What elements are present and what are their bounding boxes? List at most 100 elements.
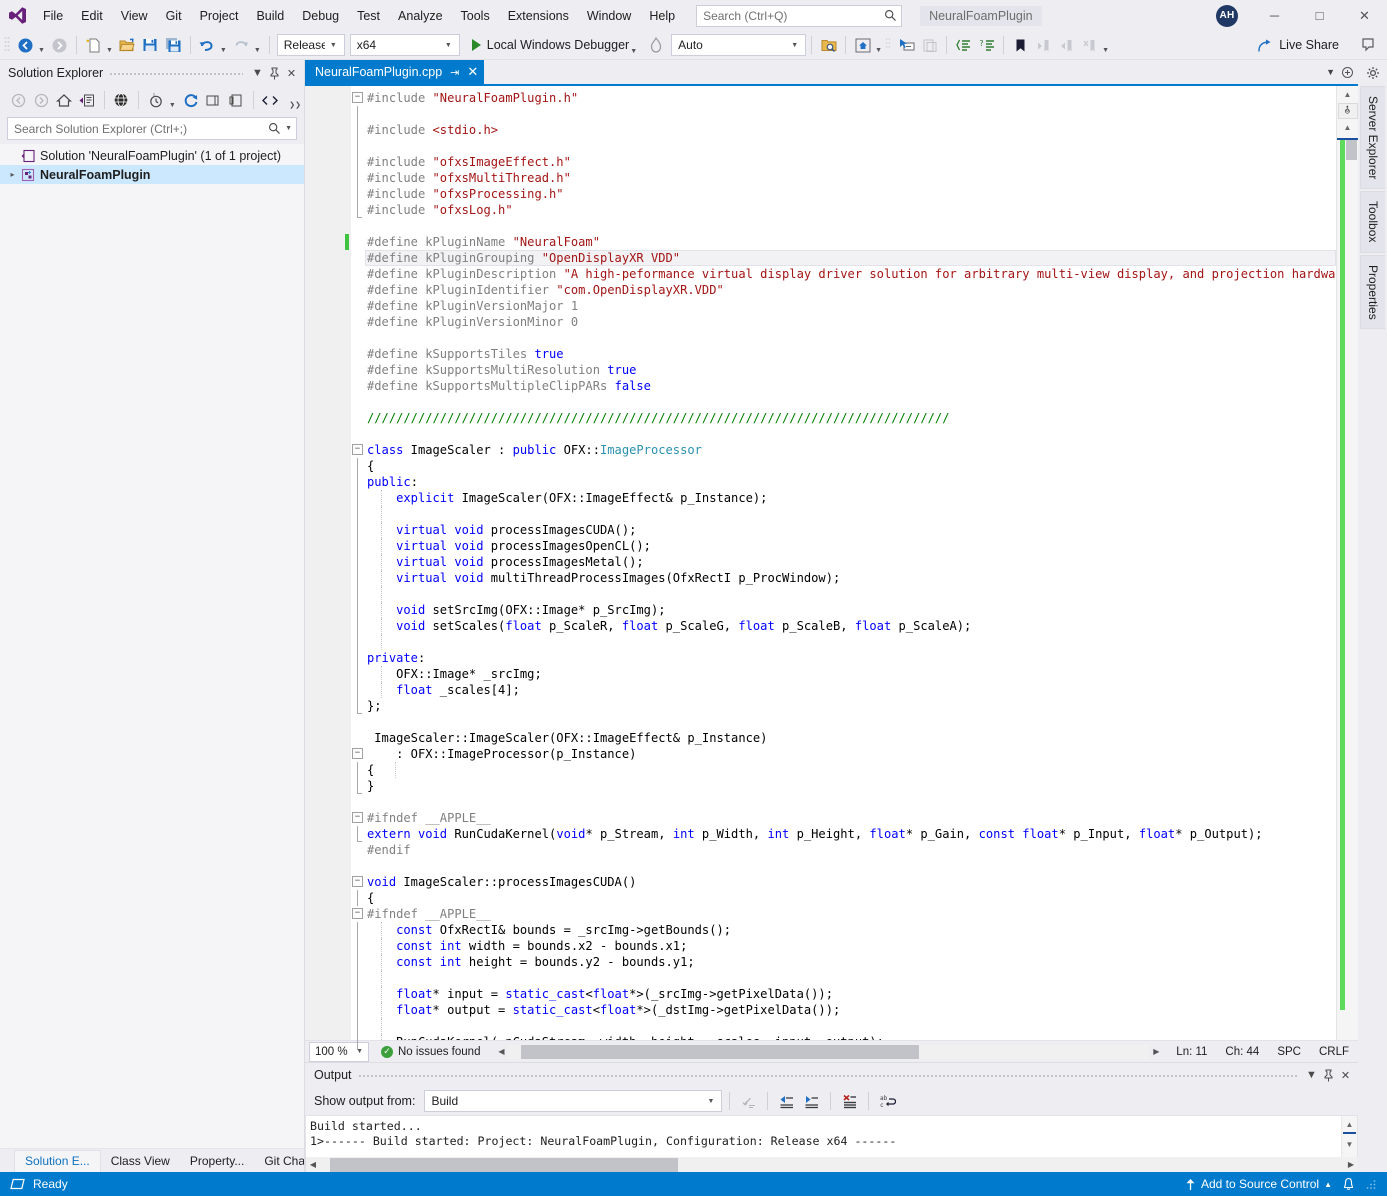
tree-item-solution[interactable]: Solution 'NeuralFoamPlugin' (1 of 1 proj… xyxy=(0,146,304,165)
clear-bookmarks-icon[interactable] xyxy=(1078,34,1101,57)
chevron-down-icon[interactable]: ▼ xyxy=(874,47,885,54)
code-line[interactable]: public: xyxy=(365,474,1336,490)
maximize-button[interactable]: □ xyxy=(1297,0,1342,31)
quick-search-input[interactable]: Search (Ctrl+Q) xyxy=(696,4,903,27)
code-line[interactable] xyxy=(365,218,1336,234)
tab-properties[interactable]: Property... xyxy=(180,1151,254,1172)
pending-changes-icon[interactable]: T xyxy=(145,89,167,111)
output-vertical-scrollbar[interactable]: ▲ ▼ xyxy=(1341,1116,1357,1157)
hscroll-thumb[interactable] xyxy=(330,1157,679,1172)
scroll-up-arrow-icon[interactable]: ▲ xyxy=(1341,1116,1359,1133)
code-line[interactable] xyxy=(365,586,1336,602)
panel-drag-handle[interactable] xyxy=(357,1062,1297,1088)
new-file-dropdown-icon[interactable]: ▼ xyxy=(105,47,116,54)
rail-tab-toolbox[interactable]: Toolbox xyxy=(1360,191,1385,253)
go-to-previous-message-icon[interactable] xyxy=(775,1090,798,1112)
new-file-icon[interactable] xyxy=(82,34,105,57)
code-line[interactable] xyxy=(365,426,1336,442)
code-line[interactable]: #define kPluginIdentifier "com.OpenDispl… xyxy=(365,282,1336,298)
menu-item-window[interactable]: Window xyxy=(578,4,640,28)
code-editor[interactable]: − − − − − − #include "NeuralFoamPlugin.h" #in… xyxy=(305,84,1358,1050)
comment-selection-icon[interactable] xyxy=(952,34,975,57)
output-horizontal-scrollbar[interactable]: ◀ ▶ xyxy=(305,1157,1358,1172)
close-button[interactable]: ✕ xyxy=(1342,0,1387,31)
code-line[interactable] xyxy=(365,506,1336,522)
menu-item-analyze[interactable]: Analyze xyxy=(389,4,451,28)
copy-lines-icon[interactable] xyxy=(918,34,941,57)
editor-horizontal-scrollbar[interactable]: ◀ ▶ xyxy=(494,1044,1163,1060)
scrollbar-thumb[interactable] xyxy=(1346,140,1357,160)
scroll-up-arrow-icon[interactable]: ▲ xyxy=(1339,86,1357,103)
code-line[interactable]: { xyxy=(365,458,1336,474)
menu-item-build[interactable]: Build xyxy=(247,4,293,28)
code-line[interactable]: const int width = bounds.x2 - bounds.x1; xyxy=(365,938,1336,954)
clear-all-icon[interactable] xyxy=(838,1090,861,1112)
pin-icon[interactable] xyxy=(1320,1065,1337,1085)
code-line[interactable] xyxy=(365,330,1336,346)
chevron-down-icon[interactable]: ▼ xyxy=(629,48,640,55)
navigate-back-icon[interactable] xyxy=(14,34,37,57)
back-icon[interactable] xyxy=(8,89,30,111)
editor-vertical-scrollbar[interactable]: ▲ ⯗ ▲ xyxy=(1336,86,1358,1040)
redo-icon[interactable] xyxy=(230,34,253,57)
output-text[interactable]: Build started... 1>------ Build started:… xyxy=(306,1116,1341,1157)
code-line[interactable]: ////////////////////////////////////////… xyxy=(365,410,1336,426)
notifications-button[interactable] xyxy=(1342,1177,1355,1191)
code-line[interactable]: #define kPluginDescription "A high-pefor… xyxy=(365,266,1336,282)
show-all-files-icon[interactable] xyxy=(111,89,133,111)
code-line[interactable]: const OfxRectI& bounds = _srcImg->getBou… xyxy=(365,922,1336,938)
hscroll-track[interactable] xyxy=(508,1044,1150,1059)
code-line[interactable]: #define kSupportsMultipleClipPARs false xyxy=(365,378,1336,394)
toolbar-grip[interactable] xyxy=(885,36,895,54)
editor-outlining-margin[interactable]: − − − − − − xyxy=(351,86,365,1050)
scroll-right-arrow-icon[interactable]: ▶ xyxy=(1344,1160,1358,1169)
toolbar-overflow-icon[interactable]: ❯❯ xyxy=(288,101,304,109)
scroll-left-arrow-icon[interactable]: ◀ xyxy=(306,1160,320,1169)
navigate-back-dropdown-icon[interactable]: ▼ xyxy=(37,47,48,54)
document-tab-neuralfoamplugin-cpp[interactable]: NeuralFoamPlugin.cpp ⇥ ✕ xyxy=(305,60,485,84)
scroll-left-arrow-icon[interactable]: ◀ xyxy=(494,1047,508,1056)
go-to-next-message-icon[interactable] xyxy=(800,1090,823,1112)
code-line[interactable]: explicit ImageScaler(OFX::ImageEffect& p… xyxy=(365,490,1336,506)
scrollbar-track[interactable] xyxy=(1337,138,1358,1040)
code-line[interactable]: #define kSupportsTiles true xyxy=(365,346,1336,362)
tree-expander-collapsed[interactable]: ▸ xyxy=(6,170,19,179)
code-line[interactable]: : OFX::ImageProcessor(p_Instance) xyxy=(365,746,1336,762)
view-code-icon[interactable] xyxy=(260,89,282,111)
output-source-combo[interactable]: Build ▼ xyxy=(424,1090,723,1112)
tree-item-project[interactable]: ▸ NeuralFoamPlugin xyxy=(0,165,304,184)
pin-icon[interactable]: ⇥ xyxy=(450,66,459,79)
code-line[interactable]: #ifndef __APPLE__ xyxy=(365,906,1336,922)
code-line[interactable] xyxy=(365,1018,1336,1034)
refresh-icon[interactable] xyxy=(180,89,202,111)
menu-item-view[interactable]: View xyxy=(112,4,157,28)
code-line[interactable]: float* output = static_cast<float*>(_dst… xyxy=(365,1002,1336,1018)
menu-item-extensions[interactable]: Extensions xyxy=(499,4,578,28)
chevron-down-icon[interactable]: ▼ xyxy=(249,63,266,83)
toolbar-grip[interactable] xyxy=(4,36,14,54)
code-line[interactable]: #include "ofxsProcessing.h" xyxy=(365,186,1336,202)
redo-dropdown-icon[interactable]: ▼ xyxy=(253,47,264,54)
hscroll-thumb[interactable] xyxy=(521,1044,919,1059)
panel-drag-handle[interactable] xyxy=(109,60,243,86)
code-line[interactable]: void setSrcImg(OFX::Image* p_SrcImg); xyxy=(365,602,1336,618)
chevron-down-icon[interactable]: ▼ xyxy=(1303,1065,1320,1085)
code-line[interactable] xyxy=(365,138,1336,154)
home-icon[interactable] xyxy=(53,89,75,111)
minimize-button[interactable]: ─ xyxy=(1252,0,1297,31)
code-line[interactable]: #ifndef __APPLE__ xyxy=(365,810,1336,826)
close-icon[interactable]: ✕ xyxy=(283,63,300,83)
feedback-icon[interactable] xyxy=(1356,34,1379,57)
rail-tab-properties[interactable]: Properties xyxy=(1360,254,1385,330)
scroll-right-arrow-icon[interactable]: ▶ xyxy=(1149,1047,1163,1056)
menu-item-edit[interactable]: Edit xyxy=(72,4,112,28)
collapse-region-icon[interactable]: − xyxy=(352,444,363,455)
code-line[interactable] xyxy=(365,714,1336,730)
gear-icon[interactable] xyxy=(1358,60,1387,86)
code-line[interactable] xyxy=(365,794,1336,810)
code-line[interactable] xyxy=(365,106,1336,122)
code-line[interactable]: } xyxy=(365,778,1336,794)
code-line[interactable]: #include "NeuralFoamPlugin.h" xyxy=(365,90,1336,106)
code-line[interactable]: OFX::Image* _srcImg; xyxy=(365,666,1336,682)
menu-item-help[interactable]: Help xyxy=(640,4,684,28)
